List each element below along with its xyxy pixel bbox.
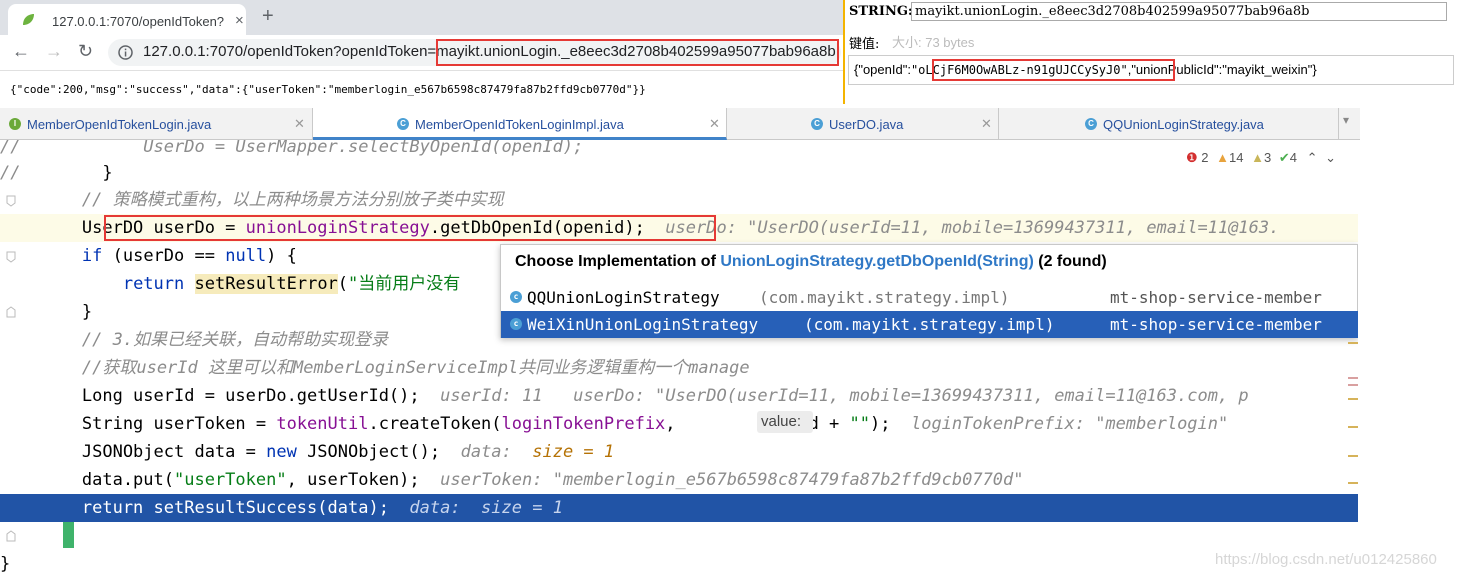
typo-icon: ✔ — [1278, 150, 1290, 165]
class-icon: C — [397, 118, 409, 130]
redis-key-field[interactable]: mayikt.unionLogin._e8eec3d2708b402599a95… — [911, 2, 1447, 21]
close-tab-icon[interactable]: ✕ — [294, 116, 305, 132]
spring-leaf-icon — [23, 14, 34, 25]
browser-tab[interactable]: 127.0.0.1:7070/openIdToken?o × — [8, 4, 246, 35]
class-icon: c — [510, 291, 522, 303]
implementation-item-qq[interactable]: c QQUnionLoginStrategy (com.mayikt.strat… — [501, 284, 1359, 311]
close-tab-icon[interactable]: ✕ — [981, 116, 992, 132]
string-type-label: STRING: — [849, 4, 913, 19]
tab-scroll-icon[interactable]: ▾ — [1343, 113, 1349, 127]
class-icon: c — [510, 318, 522, 330]
value-size: 大小: 73 bytes — [892, 35, 975, 50]
call-highlight-box — [104, 215, 716, 241]
tab-userdo[interactable]: C UserDO.java ✕ — [727, 108, 999, 140]
code-editor[interactable]: // UserDo = UserMapper.selectByOpenId(op… — [0, 140, 1358, 579]
weak-warning-icon: ▲ — [1251, 150, 1264, 165]
url-highlight-box — [436, 39, 839, 66]
watermark: https://blog.csdn.net/u012425860 — [1215, 551, 1437, 568]
choose-implementation-popup[interactable]: Choose Implementation of UnionLoginStrat… — [500, 244, 1359, 338]
warning-icon: ▲ — [1216, 150, 1230, 165]
warning-marker[interactable] — [1348, 482, 1358, 484]
value-prefix: {"openId": — [854, 62, 911, 77]
error-icon: ❶ — [1186, 150, 1198, 165]
right-blank-area — [1358, 140, 1460, 579]
interface-icon: I — [9, 118, 21, 130]
fold-icon[interactable] — [6, 306, 16, 318]
value-label: 键值: — [849, 37, 880, 52]
fold-icon[interactable] — [6, 530, 16, 542]
popup-method: UnionLoginStrategy.getDbOpenId(String) — [720, 253, 1034, 270]
tab-qq-union-login-strategy[interactable]: C QQUnionLoginStrategy.java — [999, 108, 1339, 140]
warning-marker[interactable] — [1348, 455, 1358, 457]
chevron-up-icon[interactable]: ⌃ — [1307, 150, 1318, 165]
class-icon: C — [811, 118, 823, 130]
tab-member-openid-token-login[interactable]: I MemberOpenIdTokenLogin.java ✕ — [0, 108, 313, 140]
forward-icon[interactable]: → — [45, 41, 63, 62]
tab-close-icon[interactable]: × — [235, 12, 244, 29]
parameter-hint: value: — [757, 411, 813, 433]
implementation-item-weixin[interactable]: c WeiXinUnionLoginStrategy (com.mayikt.s… — [501, 311, 1359, 338]
reload-icon[interactable]: ↻ — [78, 41, 93, 62]
openid-highlight-box — [932, 59, 1175, 81]
tab-title: 127.0.0.1:7070/openIdToken?o — [52, 14, 224, 29]
error-marker[interactable] — [1348, 384, 1358, 386]
tab-member-openid-token-login-impl[interactable]: C MemberOpenIdTokenLoginImpl.java ✕ — [313, 108, 727, 140]
chevron-down-icon[interactable]: ⌄ — [1325, 150, 1336, 165]
fold-icon[interactable] — [6, 251, 16, 263]
popup-title: Choose Implementation of UnionLoginStrat… — [515, 253, 1107, 270]
warning-marker[interactable] — [1348, 342, 1358, 344]
back-icon[interactable]: ← — [12, 41, 30, 62]
warning-marker[interactable] — [1348, 426, 1358, 428]
new-tab-icon[interactable]: + — [262, 5, 274, 28]
close-tab-icon[interactable]: ✕ — [709, 116, 720, 132]
class-icon: C — [1085, 118, 1097, 130]
matching-brace-marker — [63, 522, 74, 548]
error-marker[interactable] — [1348, 377, 1358, 379]
response-json: {"code":200,"msg":"success","data":{"use… — [10, 83, 646, 96]
warning-marker[interactable] — [1348, 398, 1358, 400]
fold-icon[interactable] — [6, 195, 16, 207]
info-icon[interactable] — [118, 45, 133, 60]
inspection-widget[interactable]: ❶ 2 ▲14 ▲3 ✔4 ⌃ ⌄ — [1186, 150, 1336, 166]
